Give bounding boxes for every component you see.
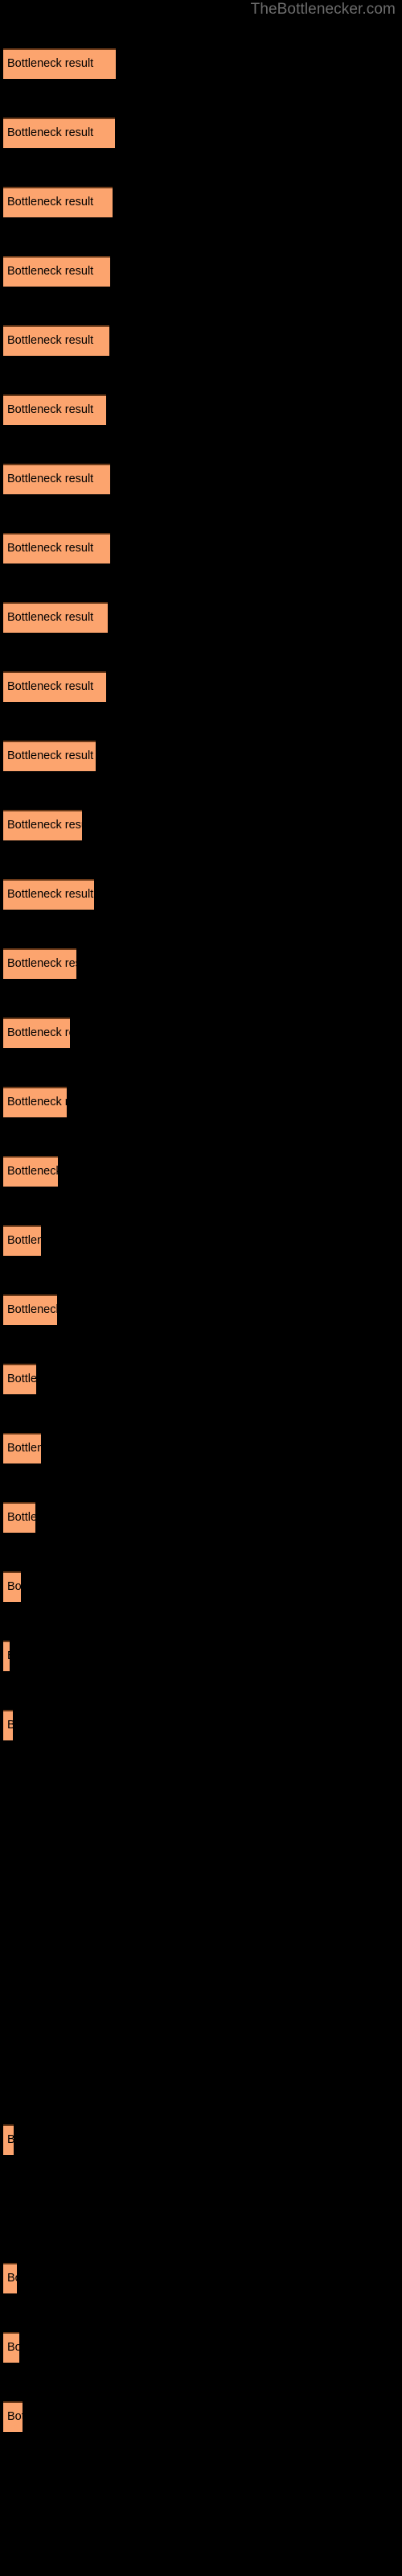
bar <box>3 948 76 979</box>
bar-clip: Bottleneck result <box>3 1156 58 1187</box>
bar-clip: Bottleneck result <box>3 1294 57 1325</box>
bar <box>3 2332 19 2363</box>
bar-row: Bottleneck result <box>3 394 106 425</box>
bar-clip: Bottleneck result <box>3 1641 10 1671</box>
bar-row: Bottleneck result <box>3 1018 70 1048</box>
bar-clip: Bottleneck result <box>3 671 106 702</box>
bar-clip: Bottleneck result <box>3 879 94 910</box>
bar-clip: Bottleneck result <box>3 2263 17 2293</box>
bar-clip: Bottleneck result <box>3 741 96 771</box>
bar <box>3 2263 17 2293</box>
bar <box>3 1571 21 1602</box>
bar <box>3 602 108 633</box>
bar <box>3 1433 41 1463</box>
bar-row: Bottleneck result <box>3 464 110 494</box>
bar <box>3 1710 13 1740</box>
bar-clip: Bottleneck result <box>3 533 110 564</box>
bar-clip: Bottleneck result <box>3 256 110 287</box>
bar <box>3 1156 58 1187</box>
bar <box>3 1641 10 1671</box>
bar <box>3 879 94 910</box>
bottleneck-bar-chart: Bottleneck result Bottleneck result Bottle… <box>0 0 402 2576</box>
bar-row: Bottleneck result <box>3 118 115 148</box>
bar-row: Bottleneck result <box>3 810 82 840</box>
bar <box>3 118 115 148</box>
bar <box>3 2124 14 2155</box>
bar-clip: Bottleneck result <box>3 48 116 79</box>
bar-row: Bottleneck result <box>3 2124 14 2155</box>
plot-area: Bottleneck result Bottleneck result Bottle… <box>0 0 402 2576</box>
bar-row: Bottleneck result <box>3 187 113 217</box>
bar-clip: Bottleneck result <box>3 1571 21 1602</box>
bar <box>3 1018 70 1048</box>
bar <box>3 394 106 425</box>
bar-row: Bottleneck result <box>3 1571 21 1602</box>
bar-clip: Bottleneck result <box>3 602 108 633</box>
bar-row: Bottleneck result <box>3 948 76 979</box>
bar <box>3 2401 23 2432</box>
bar-clip: Bottleneck result <box>3 464 110 494</box>
bar-clip: Bottleneck result <box>3 1018 70 1048</box>
bar-row: Bottleneck result <box>3 256 110 287</box>
bar-clip: Bottleneck result <box>3 2332 19 2363</box>
bar-row: Bottleneck result <box>3 671 106 702</box>
bar-row: Bottleneck result <box>3 1433 41 1463</box>
bar-row: Bottleneck result <box>3 879 94 910</box>
bar <box>3 1087 67 1117</box>
bar-clip: Bottleneck result <box>3 187 113 217</box>
bar-clip: Bottleneck result <box>3 810 82 840</box>
bar <box>3 741 96 771</box>
bar-row: Bottleneck result <box>3 2401 23 2432</box>
bar-row: Bottleneck result <box>3 1641 10 1671</box>
bar-row: Bottleneck result <box>3 1087 67 1117</box>
bar-clip: Bottleneck result <box>3 1087 67 1117</box>
bar-row: Bottleneck result <box>3 533 110 564</box>
bar-row: Bottleneck result <box>3 1294 57 1325</box>
bar-row: Bottleneck result <box>3 1156 58 1187</box>
bar <box>3 1502 35 1533</box>
bar <box>3 187 113 217</box>
bar-row: Bottleneck result <box>3 2332 19 2363</box>
bar-row: Bottleneck result <box>3 48 116 79</box>
bar <box>3 256 110 287</box>
bar <box>3 48 116 79</box>
bar-clip: Bottleneck result <box>3 2401 23 2432</box>
bar <box>3 671 106 702</box>
bar-clip: Bottleneck result <box>3 948 76 979</box>
bar <box>3 1364 36 1394</box>
bar-row: Bottleneck result <box>3 1502 35 1533</box>
bar-clip: Bottleneck result <box>3 1364 36 1394</box>
bar-clip: Bottleneck result <box>3 1502 35 1533</box>
bar <box>3 464 110 494</box>
site-watermark: TheBottlenecker.com <box>250 1 396 18</box>
bar-row: Bottleneck result <box>3 325 109 356</box>
bar-row: Bottleneck result <box>3 1710 13 1740</box>
bar-row: Bottleneck result <box>3 2263 17 2293</box>
bar-clip: Bottleneck result <box>3 2124 14 2155</box>
bar-row: Bottleneck result <box>3 741 96 771</box>
bar <box>3 325 109 356</box>
bar-clip: Bottleneck result <box>3 1225 41 1256</box>
bar-row: Bottleneck result <box>3 1364 36 1394</box>
bar <box>3 1225 41 1256</box>
bar-row: Bottleneck result <box>3 602 108 633</box>
bar-clip: Bottleneck result <box>3 1710 13 1740</box>
bar-clip: Bottleneck result <box>3 1433 41 1463</box>
bar-clip: Bottleneck result <box>3 394 106 425</box>
bar <box>3 810 82 840</box>
bar-clip: Bottleneck result <box>3 325 109 356</box>
bar-row: Bottleneck result <box>3 1225 41 1256</box>
bar-clip: Bottleneck result <box>3 118 115 148</box>
bar <box>3 1294 57 1325</box>
bar <box>3 533 110 564</box>
